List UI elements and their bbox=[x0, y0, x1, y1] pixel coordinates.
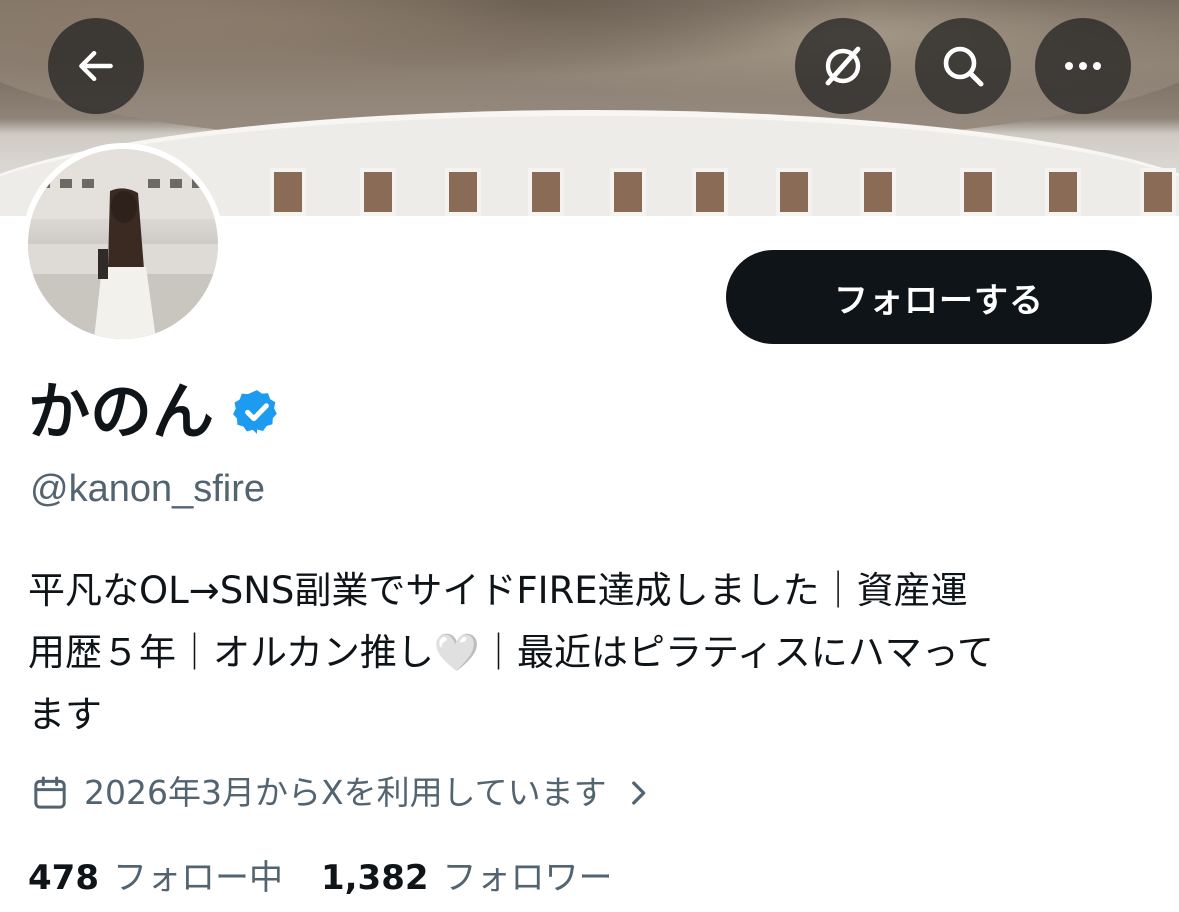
chevron-right-icon bbox=[631, 781, 645, 805]
handle: @kanon_sfire bbox=[30, 468, 266, 510]
banner-window bbox=[860, 168, 896, 216]
banner-window bbox=[610, 168, 646, 216]
joined-date-row[interactable]: 2026年3月からXを利用しています bbox=[30, 766, 655, 820]
bio-line: 平凡なOL→SNS副業でサイドFIRE達成しました｜資産運 bbox=[28, 569, 968, 612]
arrow-left-icon bbox=[79, 50, 113, 82]
followers-count: 1,382 bbox=[320, 858, 429, 898]
slashed-circle-icon bbox=[825, 46, 861, 86]
follow-stats: 478 フォロー中 1,382 フォロワー bbox=[28, 852, 651, 904]
grok-button[interactable] bbox=[795, 18, 891, 114]
avatar[interactable] bbox=[22, 143, 224, 345]
avatar-image bbox=[28, 149, 218, 339]
banner-window bbox=[1140, 168, 1176, 216]
search-icon bbox=[943, 46, 984, 87]
display-name: かのん bbox=[28, 375, 215, 448]
more-button[interactable] bbox=[1035, 18, 1131, 114]
banner-window bbox=[1045, 168, 1081, 216]
follow-button[interactable]: フォローする bbox=[726, 250, 1152, 344]
banner-window bbox=[360, 168, 396, 216]
bio-line: 用歴５年｜オルカン推し🤍｜最近はピラティスにハマって bbox=[28, 631, 994, 674]
calendar-icon bbox=[34, 776, 66, 809]
search-button[interactable] bbox=[915, 18, 1011, 114]
joined-date-text: 2026年3月からXを利用しています bbox=[84, 773, 607, 812]
bio-line: ます bbox=[28, 693, 102, 736]
display-name-row: かのん bbox=[28, 374, 282, 450]
banner-window bbox=[528, 168, 564, 216]
following-count: 478 bbox=[28, 858, 99, 898]
following-stat[interactable]: 478 フォロー中 bbox=[28, 852, 283, 904]
following-label: フォロー中 bbox=[112, 858, 283, 898]
banner-window bbox=[776, 168, 812, 216]
banner-window bbox=[692, 168, 728, 216]
banner-window bbox=[960, 168, 996, 216]
back-button[interactable] bbox=[48, 18, 144, 114]
banner-window bbox=[445, 168, 481, 216]
verified-badge-icon[interactable] bbox=[232, 387, 282, 437]
banner-window bbox=[270, 168, 306, 216]
followers-stat[interactable]: 1,382 フォロワー bbox=[321, 852, 613, 904]
bio: 平凡なOL→SNS副業でサイドFIRE達成しました｜資産運 用歴５年｜オルカン推… bbox=[28, 560, 1148, 746]
followers-label: フォロワー bbox=[442, 858, 613, 898]
more-dots-icon bbox=[1065, 62, 1101, 70]
